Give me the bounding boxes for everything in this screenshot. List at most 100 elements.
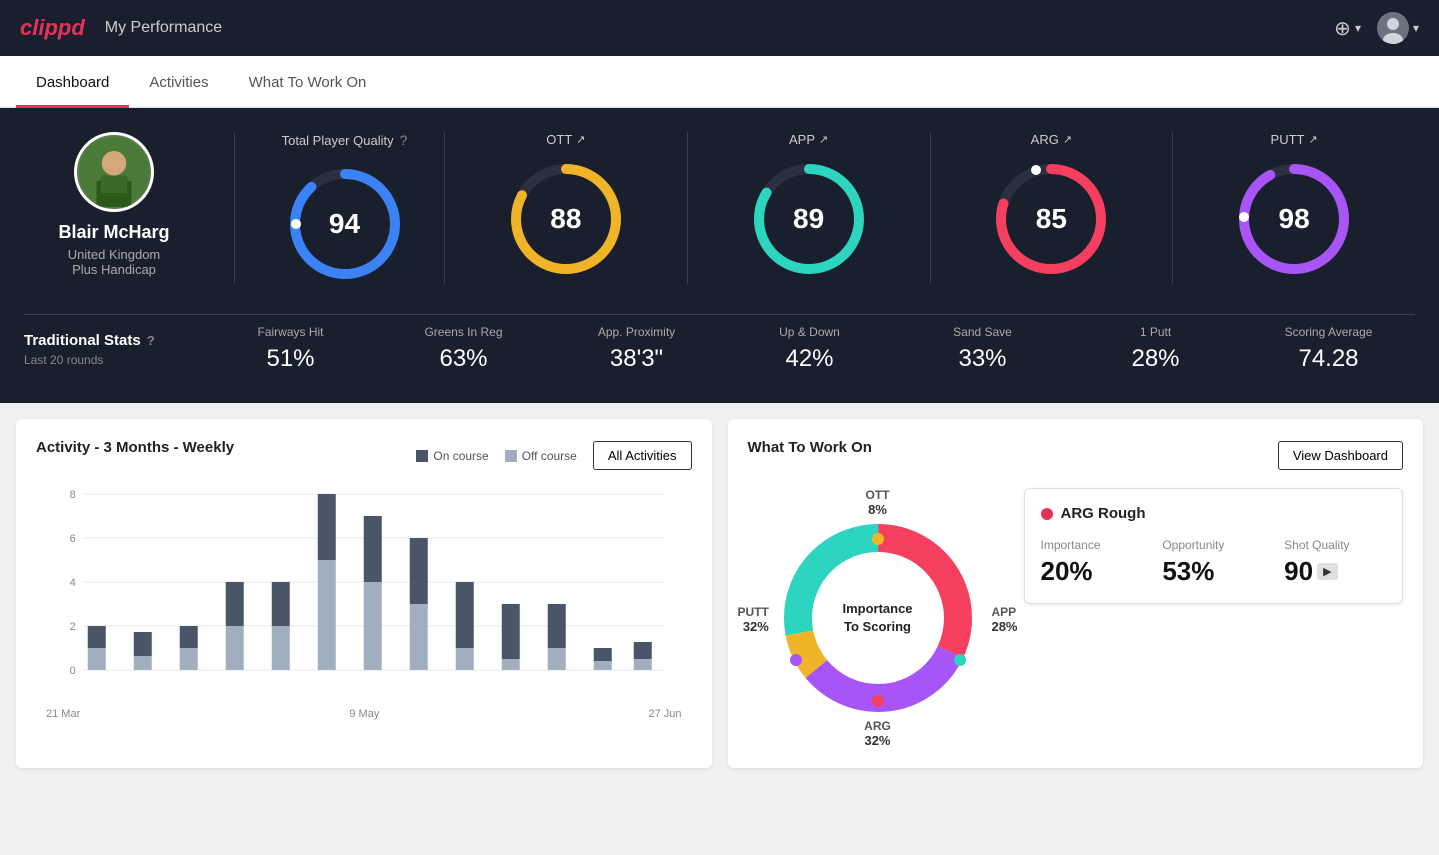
header-left: clippd My Performance bbox=[20, 15, 222, 41]
svg-text:8: 8 bbox=[70, 489, 76, 501]
avatar-image bbox=[1377, 12, 1409, 44]
all-activities-button[interactable]: All Activities bbox=[593, 441, 692, 470]
arg-arrow: ↗ bbox=[1063, 133, 1072, 146]
header-right: ⊕ ▾ ▾ bbox=[1334, 12, 1419, 44]
donut-wrapper: ImportanceTo Scoring OTT 8% APP 28% ARG … bbox=[748, 488, 1008, 748]
logo-text[interactable]: clippd bbox=[20, 15, 85, 41]
stat-oneputt: 1 Putt 28% bbox=[1069, 325, 1242, 373]
trad-label: Traditional Stats ? Last 20 rounds bbox=[24, 332, 204, 367]
ott-circle: 88 bbox=[506, 159, 626, 279]
add-chevron: ▾ bbox=[1355, 21, 1361, 35]
avatar-chevron: ▾ bbox=[1413, 21, 1419, 35]
metric-app: APP ↗ 89 bbox=[688, 132, 931, 284]
player-avatar bbox=[74, 132, 154, 212]
metric-arg: ARG ↗ 85 bbox=[931, 132, 1174, 284]
label-putt: PUTT 32% bbox=[738, 605, 769, 634]
chart-title: Activity - 3 Months - Weekly bbox=[36, 439, 234, 456]
info-card-dot bbox=[1041, 508, 1053, 520]
tpq-help-icon[interactable]: ? bbox=[400, 132, 408, 148]
wtwo-header: What To Work On View Dashboard bbox=[748, 439, 1404, 472]
tpq-block: Total Player Quality ? 94 bbox=[245, 132, 445, 284]
ott-label: OTT ↗ bbox=[546, 132, 585, 147]
tab-activities[interactable]: Activities bbox=[129, 56, 228, 108]
info-metric-opportunity: Opportunity 53% bbox=[1162, 538, 1264, 587]
ott-value: 88 bbox=[550, 203, 581, 235]
chart-area: 8 6 4 2 0 bbox=[36, 484, 692, 704]
arg-value: 85 bbox=[1036, 203, 1067, 235]
app-arrow: ↗ bbox=[819, 133, 828, 146]
legend-on-dot bbox=[416, 450, 428, 462]
info-metric-shot-quality: Shot Quality 90 ▶ bbox=[1284, 538, 1386, 587]
player-handicap: Plus Handicap bbox=[72, 262, 156, 277]
info-card-title: ARG Rough bbox=[1041, 505, 1387, 522]
stats-row: Traditional Stats ? Last 20 rounds Fairw… bbox=[24, 314, 1415, 373]
metric-ott: OTT ↗ 88 bbox=[445, 132, 688, 284]
legend-off-dot bbox=[505, 450, 517, 462]
hero-top: Blair McHarg United Kingdom Plus Handica… bbox=[24, 132, 1415, 284]
arg-label: ARG ↗ bbox=[1031, 132, 1072, 147]
wtwo-content: ImportanceTo Scoring OTT 8% APP 28% ARG … bbox=[748, 488, 1404, 748]
app-value: 89 bbox=[793, 203, 824, 235]
label-app: APP 28% bbox=[991, 605, 1017, 634]
tab-what-to-work-on[interactable]: What To Work On bbox=[229, 56, 387, 108]
activity-panel: Activity - 3 Months - Weekly On course O… bbox=[16, 419, 712, 768]
svg-text:2: 2 bbox=[70, 621, 76, 633]
shot-quality-badge[interactable]: ▶ bbox=[1317, 563, 1337, 580]
label-arg: ARG 32% bbox=[864, 719, 891, 748]
info-metric-importance: Importance 20% bbox=[1041, 538, 1143, 587]
tabs: Dashboard Activities What To Work On bbox=[0, 56, 1439, 108]
wtwo-title: What To Work On bbox=[748, 439, 872, 456]
putt-circle: 98 bbox=[1234, 159, 1354, 279]
stat-sandsave: Sand Save 33% bbox=[896, 325, 1069, 373]
view-dashboard-button[interactable]: View Dashboard bbox=[1278, 441, 1403, 470]
trad-sub: Last 20 rounds bbox=[24, 353, 204, 367]
bottom-panels: Activity - 3 Months - Weekly On course O… bbox=[0, 403, 1439, 784]
app-label: APP ↗ bbox=[789, 132, 828, 147]
hero-section: Blair McHarg United Kingdom Plus Handica… bbox=[0, 108, 1439, 403]
wtwo-panel: What To Work On View Dashboard bbox=[728, 419, 1424, 768]
ott-arrow: ↗ bbox=[576, 133, 585, 146]
metric-putt: PUTT ↗ 98 bbox=[1173, 132, 1415, 284]
svg-text:0: 0 bbox=[70, 665, 76, 677]
info-card-metrics: Importance 20% Opportunity 53% Shot Qual… bbox=[1041, 538, 1387, 587]
stats-divider bbox=[234, 132, 235, 284]
quality-section: Total Player Quality ? 94 OTT ↗ bbox=[245, 132, 1415, 284]
player-info: Blair McHarg United Kingdom Plus Handica… bbox=[24, 132, 224, 277]
legend-off-course: Off course bbox=[505, 449, 577, 463]
tab-dashboard[interactable]: Dashboard bbox=[16, 56, 129, 108]
svg-text:4: 4 bbox=[70, 577, 76, 589]
putt-label: PUTT ↗ bbox=[1271, 132, 1318, 147]
player-country: United Kingdom bbox=[68, 247, 161, 262]
plus-icon: ⊕ bbox=[1334, 16, 1351, 41]
app-circle: 89 bbox=[749, 159, 869, 279]
info-card: ARG Rough Importance 20% Opportunity 53%… bbox=[1024, 488, 1404, 604]
stat-proximity: App. Proximity 38'3" bbox=[550, 325, 723, 373]
putt-arrow: ↗ bbox=[1308, 133, 1317, 146]
trad-title: Traditional Stats ? bbox=[24, 332, 204, 349]
chart-legend: On course Off course bbox=[416, 449, 577, 463]
player-name: Blair McHarg bbox=[58, 222, 169, 243]
arg-circle: 85 bbox=[991, 159, 1111, 279]
tpq-circle: 94 bbox=[285, 164, 405, 284]
chart-header: Activity - 3 Months - Weekly On course O… bbox=[36, 439, 692, 472]
svg-text:6: 6 bbox=[70, 533, 76, 545]
label-ott: OTT 8% bbox=[866, 488, 890, 517]
shot-quality-row: 90 ▶ bbox=[1284, 556, 1386, 587]
chart-x-labels: 21 Mar 9 May 27 Jun bbox=[36, 708, 692, 720]
bar-chart-svg: 8 6 4 2 0 bbox=[36, 484, 692, 704]
logo: clippd bbox=[20, 15, 85, 41]
avatar bbox=[1377, 12, 1409, 44]
tpq-value: 94 bbox=[329, 208, 360, 240]
donut-center: ImportanceTo Scoring bbox=[842, 600, 912, 636]
stat-scoring: Scoring Average 74.28 bbox=[1242, 325, 1415, 373]
user-menu[interactable]: ▾ bbox=[1377, 12, 1419, 44]
stat-gir: Greens In Reg 63% bbox=[377, 325, 550, 373]
add-button[interactable]: ⊕ ▾ bbox=[1334, 16, 1361, 41]
stat-fairways: Fairways Hit 51% bbox=[204, 325, 377, 373]
putt-value: 98 bbox=[1279, 203, 1310, 235]
trad-help-icon[interactable]: ? bbox=[147, 333, 155, 348]
tpq-label: Total Player Quality ? bbox=[282, 132, 408, 148]
stat-updown: Up & Down 42% bbox=[723, 325, 896, 373]
legend-on-course: On course bbox=[416, 449, 488, 463]
header-title: My Performance bbox=[105, 19, 222, 37]
